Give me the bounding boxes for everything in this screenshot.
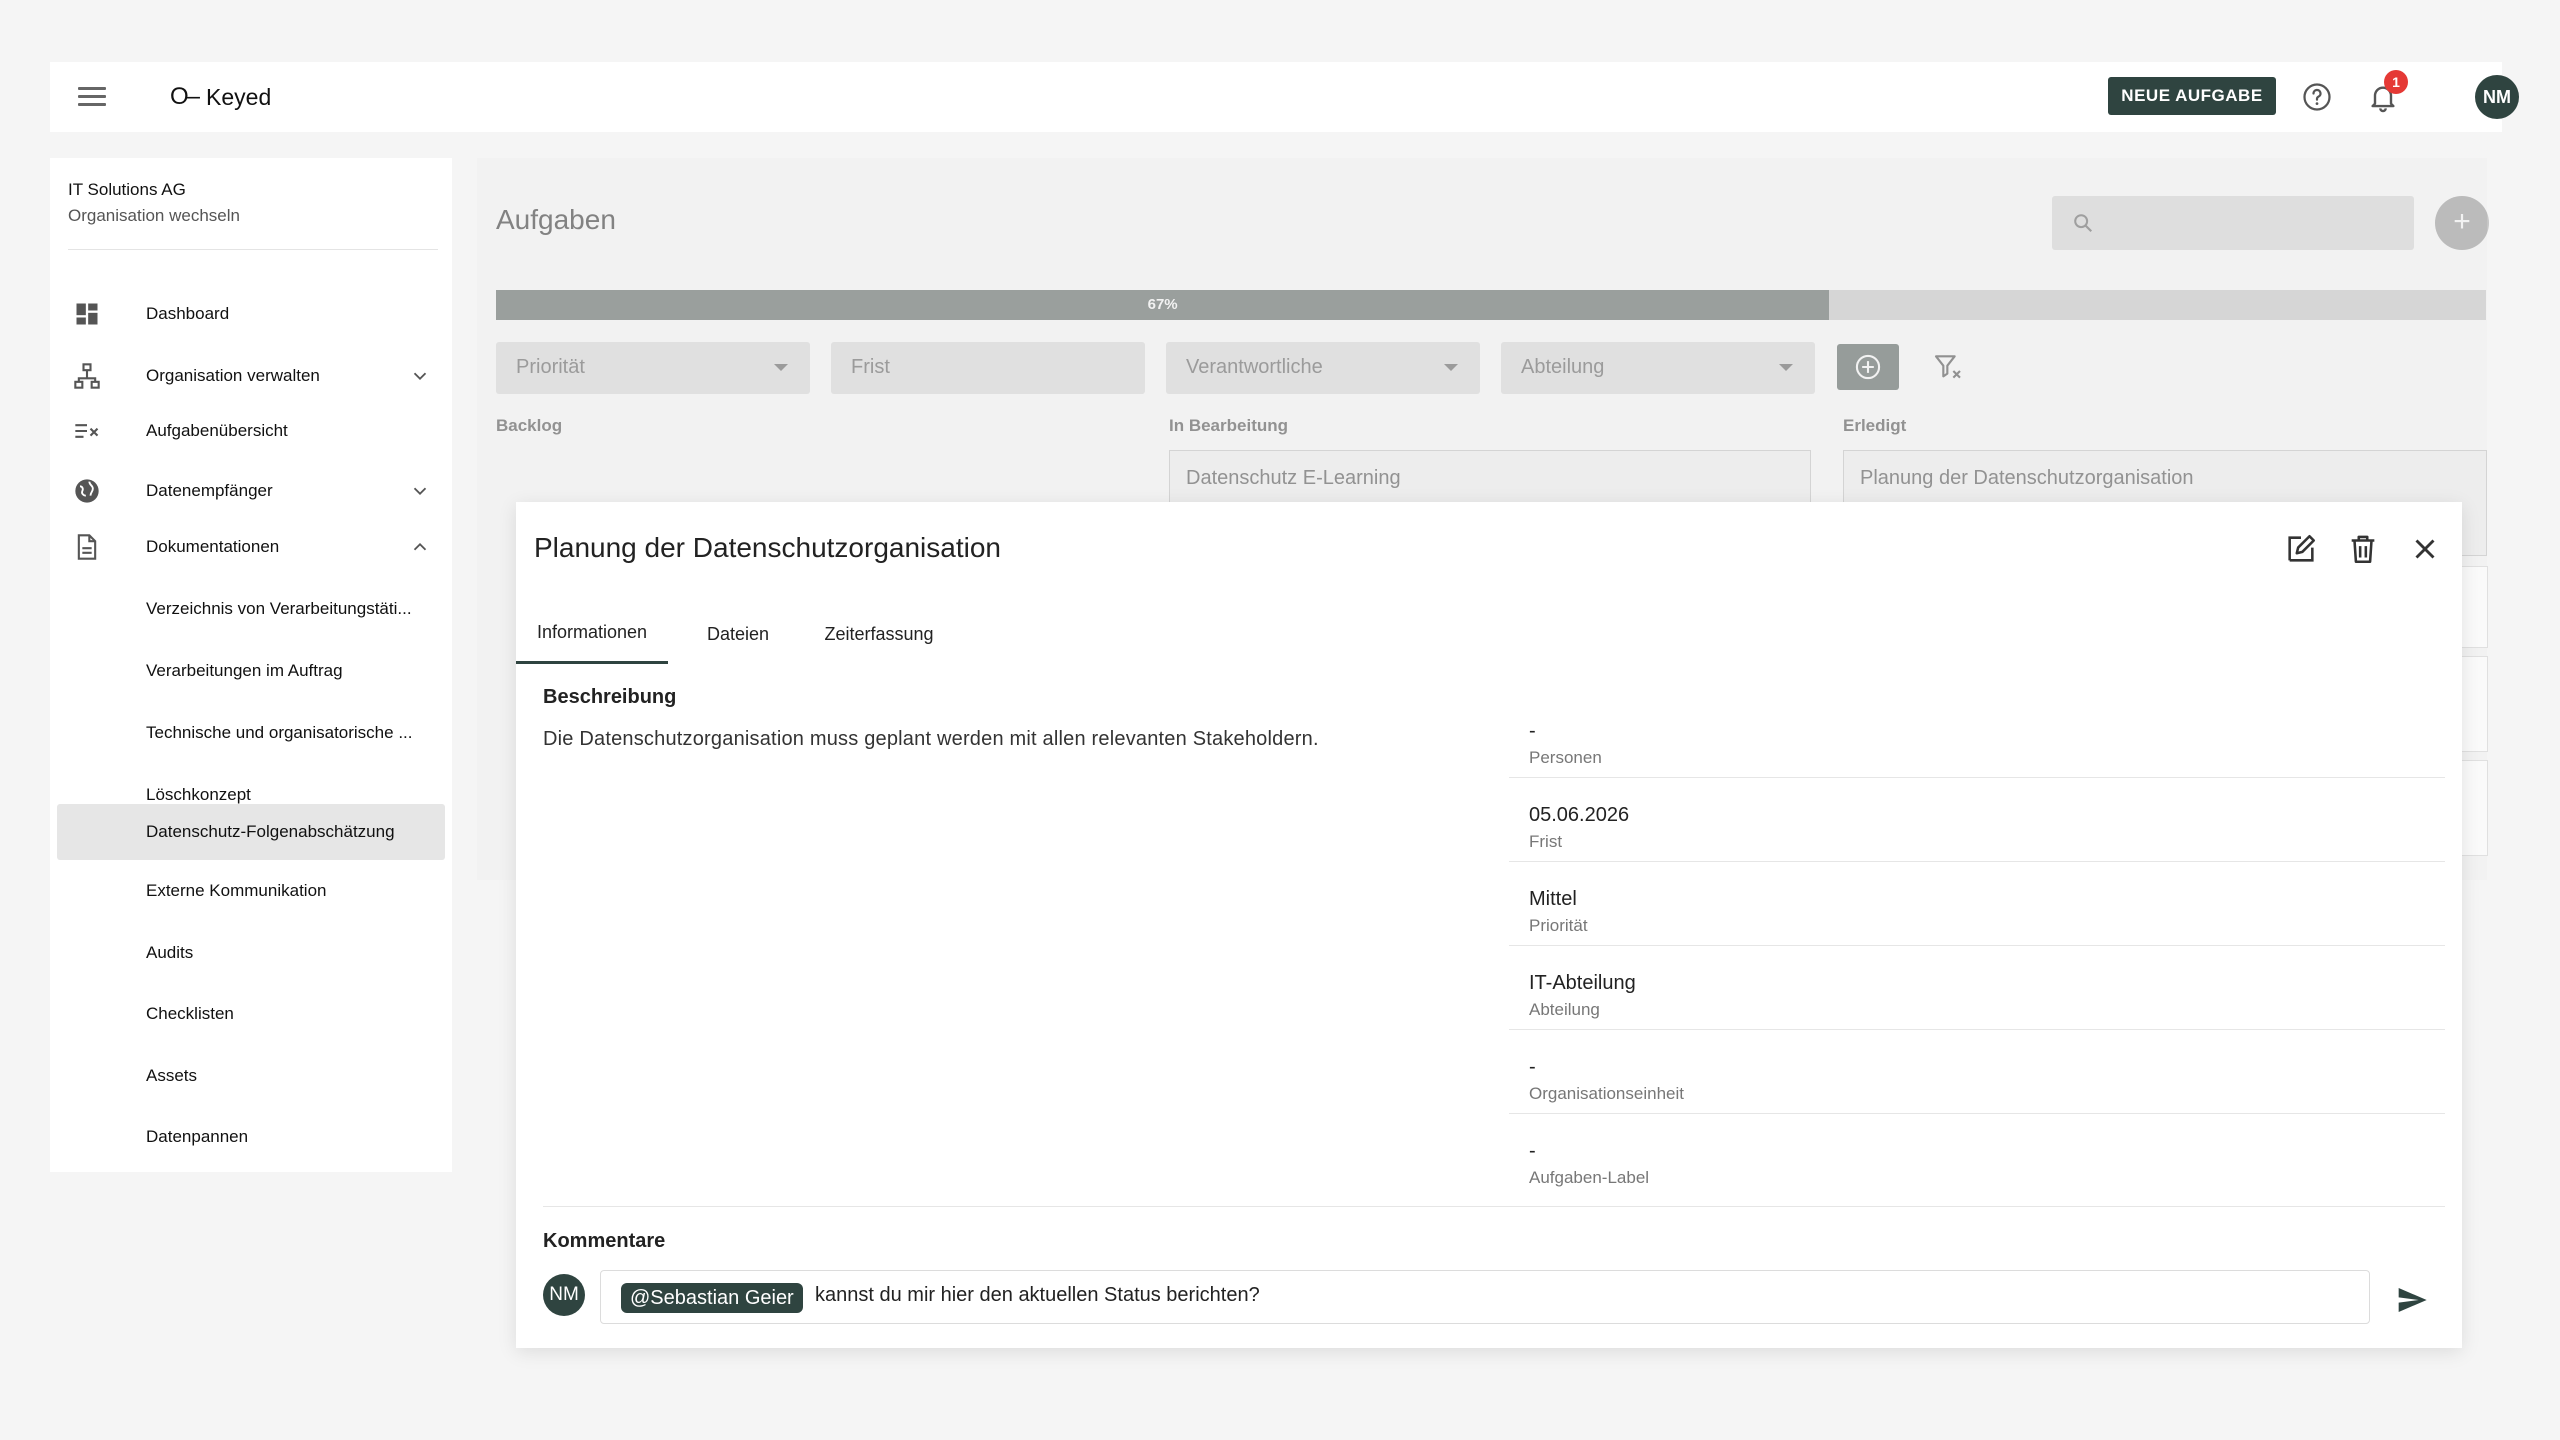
dashboard-icon [71, 298, 103, 330]
detail-persons: - Personen [1509, 694, 2445, 778]
send-icon[interactable] [2394, 1284, 2430, 1316]
notification-badge: 1 [2384, 70, 2408, 94]
sidebar-item-dashboard[interactable]: Dashboard [57, 287, 445, 341]
sidebar-item-label: Aufgabenübersicht [146, 421, 288, 440]
chevron-up-icon[interactable] [409, 536, 431, 558]
detail-label: Frist [1529, 832, 1563, 851]
tab-time-tracking[interactable]: Zeiterfassung [796, 604, 962, 664]
sidebar-subitem-processing-on-behalf[interactable]: Verarbeitungen im Auftrag [57, 644, 445, 698]
comment-input[interactable]: @Sebastian Geier kannst du mir hier den … [600, 1270, 2370, 1324]
org-tree-icon [71, 360, 103, 392]
sidebar: IT Solutions AG Organisation wechseln Da… [50, 158, 452, 1172]
document-icon [71, 531, 103, 563]
logo-mark: O– [170, 83, 200, 110]
sidebar-item-data-recipients[interactable]: Datenempfänger [57, 464, 445, 518]
delete-icon[interactable] [2346, 532, 2380, 566]
detail-value: - [1529, 1140, 1536, 1162]
sidebar-subitem-technical-measures[interactable]: Technische und organisatorische ... [57, 706, 445, 760]
sidebar-item-label: Datenpannen [146, 1127, 249, 1146]
detail-label: Priorität [1529, 916, 1588, 935]
comment-text: kannst du mir hier den aktuellen Status … [815, 1284, 1260, 1306]
menu-icon[interactable] [76, 82, 108, 112]
sidebar-item-task-overview[interactable]: Aufgabenübersicht [57, 404, 445, 458]
mention-chip[interactable]: @Sebastian Geier [621, 1283, 803, 1313]
organisation-switcher[interactable]: IT Solutions AG Organisation wechseln [68, 178, 438, 250]
sidebar-subitem-dpia[interactable]: Datenschutz-Folgenabschätzung [57, 804, 445, 860]
task-detail-dialog: Planung der Datenschutzorganisation Info… [516, 502, 2462, 1348]
tab-files[interactable]: Dateien [686, 604, 790, 664]
detail-label: Abteilung [1529, 1000, 1600, 1019]
app-logo[interactable]: O– Keyed [170, 80, 271, 114]
sidebar-subitem-assets[interactable]: Assets [57, 1049, 445, 1103]
sidebar-item-label: Dashboard [146, 304, 230, 323]
detail-priority: Mittel Priorität [1509, 862, 2445, 946]
app-name: Keyed [206, 83, 272, 110]
sidebar-subitem-audits[interactable]: Audits [57, 926, 445, 980]
sidebar-item-label: Externe Kommunikation [146, 881, 327, 900]
top-bar: O– Keyed NEUE AUFGABE 1 NM [50, 62, 2519, 132]
close-icon[interactable] [2408, 532, 2442, 566]
sidebar-item-label: Datenschutz-Folgenabschätzung [146, 822, 395, 841]
detail-label: Aufgaben-Label [1529, 1168, 1650, 1187]
sidebar-item-organisation[interactable]: Organisation verwalten [57, 349, 445, 403]
detail-value: - [1529, 1056, 1536, 1078]
sidebar-item-label: Technische und organisatorische ... [146, 723, 413, 742]
detail-value: 05.06.2026 [1529, 804, 1630, 826]
detail-value: Mittel [1529, 888, 1577, 910]
sidebar-subitem-processing-register[interactable]: Verzeichnis von Verarbeitungstäti... [57, 582, 445, 636]
sidebar-item-label: Dokumentationen [146, 537, 280, 556]
detail-department: IT-Abteilung Abteilung [1509, 946, 2445, 1030]
user-avatar[interactable]: NM [2475, 75, 2519, 119]
sidebar-item-documentation[interactable]: Dokumentationen [57, 520, 445, 574]
chevron-down-icon[interactable] [409, 365, 431, 387]
organisation-switch-link[interactable]: Organisation wechseln [68, 206, 438, 226]
sidebar-item-label: Organisation verwalten [146, 366, 320, 385]
task-card-edge [2458, 566, 2488, 648]
sidebar-item-label: Verzeichnis von Verarbeitungstäti... [146, 599, 412, 618]
help-icon[interactable] [2302, 82, 2332, 112]
sidebar-item-label: Verarbeitungen im Auftrag [146, 661, 343, 680]
tab-information[interactable]: Informationen [516, 604, 668, 664]
edit-icon[interactable] [2284, 532, 2318, 566]
detail-org-unit: - Organisationseinheit [1509, 1030, 2445, 1114]
divider [543, 1206, 2445, 1207]
sidebar-item-label: Audits [146, 943, 194, 962]
globe-icon [71, 475, 103, 507]
sidebar-subitem-external-communication[interactable]: Externe Kommunikation [57, 864, 445, 918]
dialog-title: Planung der Datenschutzorganisation [534, 532, 1001, 563]
task-card-edge [2458, 760, 2488, 856]
task-list-icon [71, 415, 103, 447]
chevron-down-icon[interactable] [409, 480, 431, 502]
organisation-name: IT Solutions AG [68, 180, 186, 199]
sidebar-item-label: Datenempfänger [146, 481, 273, 500]
sidebar-item-label: Assets [146, 1066, 198, 1085]
detail-label: Personen [1529, 748, 1602, 767]
detail-deadline: 05.06.2026 Frist [1509, 778, 2445, 862]
detail-task-label: - Aufgaben-Label [1509, 1114, 2445, 1198]
detail-value: IT-Abteilung [1529, 972, 1636, 994]
detail-value: - [1529, 720, 1536, 742]
sidebar-item-label: Checklisten [146, 1004, 234, 1023]
sidebar-subitem-checklists[interactable]: Checklisten [57, 987, 445, 1041]
sidebar-item-label: Löschkonzept [146, 785, 251, 804]
sidebar-subitem-data-breaches[interactable]: Datenpannen [57, 1110, 445, 1164]
description-heading: Beschreibung [543, 686, 677, 708]
comments-heading: Kommentare [543, 1230, 666, 1252]
comment-avatar: NM [543, 1274, 585, 1316]
new-task-button[interactable]: NEUE AUFGABE [2108, 77, 2276, 115]
task-card-edge [2458, 656, 2488, 752]
description-text: Die Datenschutzorganisation muss geplant… [543, 728, 1319, 750]
detail-label: Organisationseinheit [1529, 1084, 1684, 1103]
